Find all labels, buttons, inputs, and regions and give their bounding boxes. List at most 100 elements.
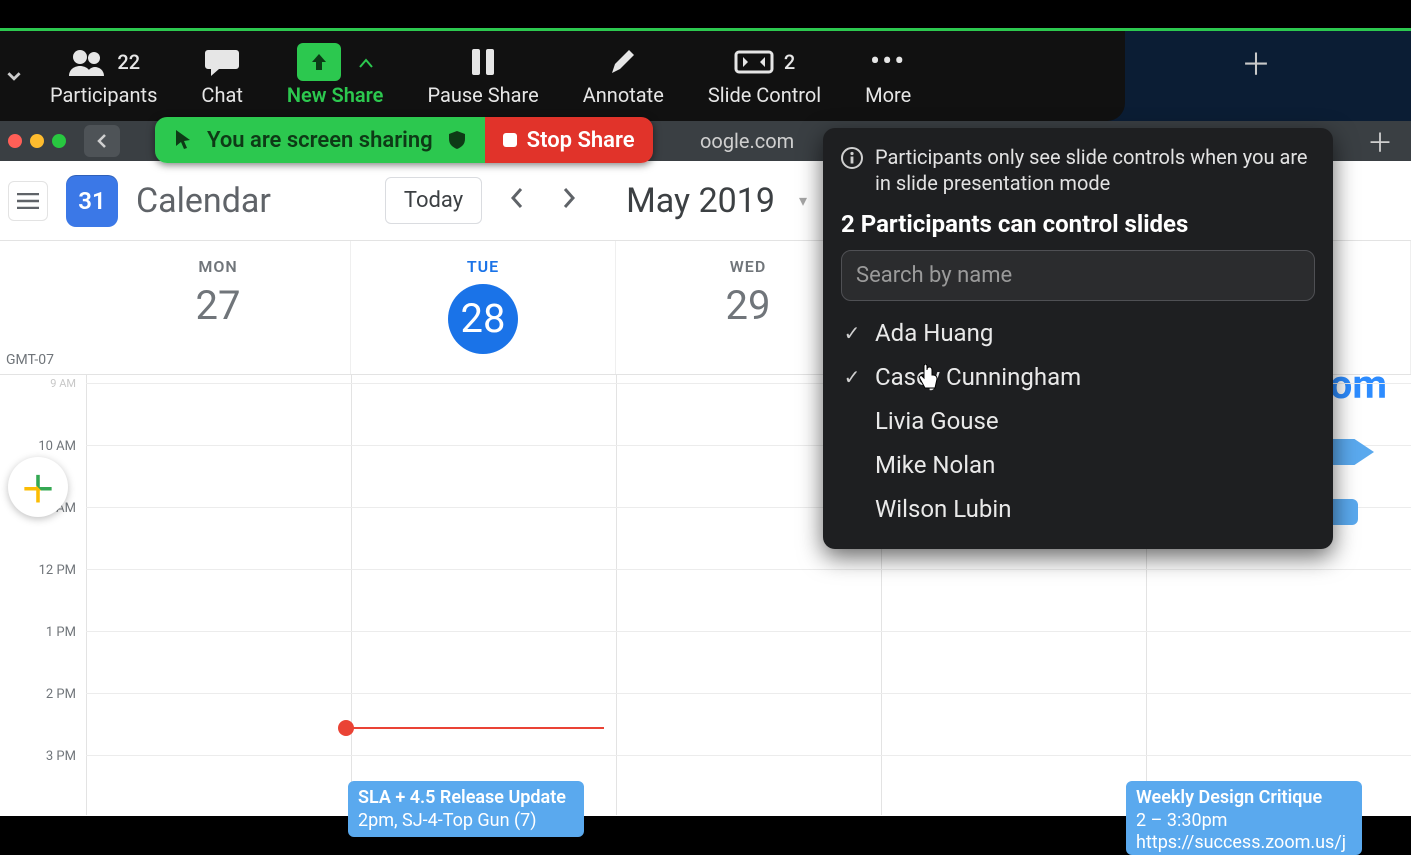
share-cursor-icon <box>173 129 193 151</box>
window-traffic-lights <box>8 134 66 148</box>
day-number: 27 <box>86 282 350 329</box>
month-label[interactable]: May 2019 <box>626 181 775 221</box>
chat-label: Chat <box>201 83 242 107</box>
check-icon: ✓ <box>841 365 863 389</box>
menu-button[interactable] <box>8 181 48 221</box>
window-close-icon[interactable] <box>8 134 22 148</box>
participant-row[interactable]: ✓ Casey Cunningham <box>841 355 1315 399</box>
annotate-label: Annotate <box>583 83 664 107</box>
more-label: More <box>865 83 911 107</box>
day-number: 28 <box>448 284 518 354</box>
chat-button[interactable]: Chat <box>179 31 264 121</box>
toolbar-expand-chevron[interactable] <box>0 31 28 121</box>
new-tab-plus-top[interactable]: ＋ <box>1241 40 1271 84</box>
slide-control-label: Slide Control <box>708 83 821 107</box>
new-share-caret[interactable] <box>359 53 373 72</box>
stop-share-button[interactable]: Stop Share <box>485 117 653 163</box>
event-title: Weekly Design Critique <box>1136 787 1352 810</box>
hour-label: 3 PM <box>0 747 86 809</box>
participant-list: ✓ Ada Huang ✓ Casey Cunningham Livia Gou… <box>841 311 1315 531</box>
participant-row[interactable]: Mike Nolan <box>841 443 1315 487</box>
screen-share-banner: You are screen sharing Stop Share <box>155 117 653 163</box>
next-period-button[interactable] <box>552 186 586 216</box>
shield-check-icon <box>447 130 467 150</box>
window-top-black-bar <box>0 0 1411 28</box>
participants-count: 22 <box>117 50 140 74</box>
annotate-button[interactable]: Annotate <box>561 31 686 121</box>
grid-line <box>86 631 1411 632</box>
hour-label: 2 PM <box>0 685 86 747</box>
share-status-text: You are screen sharing <box>207 128 433 153</box>
popover-info-text: Participants only see slide controls whe… <box>875 144 1315 196</box>
pencil-icon <box>608 47 638 77</box>
chevron-down-icon <box>7 69 21 83</box>
current-time-line <box>346 727 604 729</box>
day-column-mon[interactable] <box>86 375 351 815</box>
hour-label: 1 PM <box>0 623 86 685</box>
slide-control-count: 2 <box>784 50 795 74</box>
participant-row[interactable]: Livia Gouse <box>841 399 1315 443</box>
url-fragment: oogle.com <box>700 129 794 153</box>
arrow-up-icon <box>309 52 329 72</box>
create-event-button[interactable]: ＋ <box>8 457 68 517</box>
day-header-mon[interactable]: MON 27 <box>86 241 351 374</box>
today-button[interactable]: Today <box>385 177 482 224</box>
hour-label: 12 PM <box>0 561 86 623</box>
event-title: SLA + 4.5 Release Update <box>358 787 574 810</box>
participants-icon <box>67 48 107 76</box>
participant-row[interactable]: Wilson Lubin <box>841 487 1315 531</box>
calendar-logo: 31 <box>66 175 118 227</box>
participant-name: Wilson Lubin <box>875 495 1011 523</box>
participant-search-input[interactable] <box>841 250 1315 301</box>
pause-icon <box>469 47 497 77</box>
participant-name: Livia Gouse <box>875 407 999 435</box>
app-title: Calendar <box>136 181 271 221</box>
current-time-dot <box>338 720 354 736</box>
window-minimize-icon[interactable] <box>30 134 44 148</box>
grid-line <box>86 569 1411 570</box>
month-dropdown-caret[interactable]: ▾ <box>799 191 807 210</box>
slide-control-button[interactable]: 2 Slide Control <box>686 31 843 121</box>
event-link: https://success.zoom.us/j <box>1136 832 1352 855</box>
event-critique[interactable]: Weekly Design Critique 2 – 3:30pm https:… <box>1126 781 1362 855</box>
participant-name: Ada Huang <box>875 319 993 347</box>
pause-share-button[interactable]: Pause Share <box>405 31 560 121</box>
browser-back-button[interactable] <box>84 125 120 157</box>
grid-line <box>86 693 1411 694</box>
more-button[interactable]: ••• More <box>843 31 933 121</box>
new-share-badge <box>297 43 341 81</box>
new-share-button[interactable]: New Share <box>265 31 406 121</box>
participant-name: Mike Nolan <box>875 451 995 479</box>
pause-share-label: Pause Share <box>427 83 538 107</box>
window-maximize-icon[interactable] <box>52 134 66 148</box>
calendar-logo-day: 31 <box>78 187 105 215</box>
hamburger-icon <box>17 193 39 209</box>
event-sla[interactable]: SLA + 4.5 Release Update 2pm, SJ-4-Top G… <box>348 781 584 837</box>
popover-title: 2 Participants can control slides <box>841 210 1315 238</box>
day-name: TUE <box>351 257 615 276</box>
share-status-pill: You are screen sharing <box>155 117 485 163</box>
zoom-share-toolbar: 22 Participants Chat New Share <box>0 31 1125 121</box>
new-tab-button[interactable]: ＋ <box>1367 123 1393 160</box>
caret-up-icon <box>359 58 373 68</box>
info-icon <box>841 147 863 169</box>
new-share-label: New Share <box>287 83 384 107</box>
chat-icon <box>204 47 240 77</box>
participants-button[interactable]: 22 Participants <box>28 31 179 121</box>
grid-line <box>86 755 1411 756</box>
stop-icon <box>503 133 517 147</box>
time-gutter: 9 AM 10 AM 11 AM 12 PM 1 PM 2 PM 3 PM <box>0 375 86 815</box>
timezone-label: GMT-07 <box>0 241 86 374</box>
plus-icon: ＋ <box>20 461 56 513</box>
slide-control-popover: Participants only see slide controls whe… <box>823 128 1333 549</box>
day-column-tue[interactable] <box>351 375 616 815</box>
slide-control-icon <box>734 48 774 76</box>
participants-label: Participants <box>50 83 157 107</box>
chevron-left-icon <box>94 133 110 149</box>
chevron-right-icon <box>562 187 576 209</box>
participant-row[interactable]: ✓ Ada Huang <box>841 311 1315 355</box>
pointer-cursor-icon <box>916 364 940 392</box>
stop-share-label: Stop Share <box>527 128 635 153</box>
day-header-tue[interactable]: TUE 28 <box>351 241 616 374</box>
prev-period-button[interactable] <box>500 186 534 216</box>
